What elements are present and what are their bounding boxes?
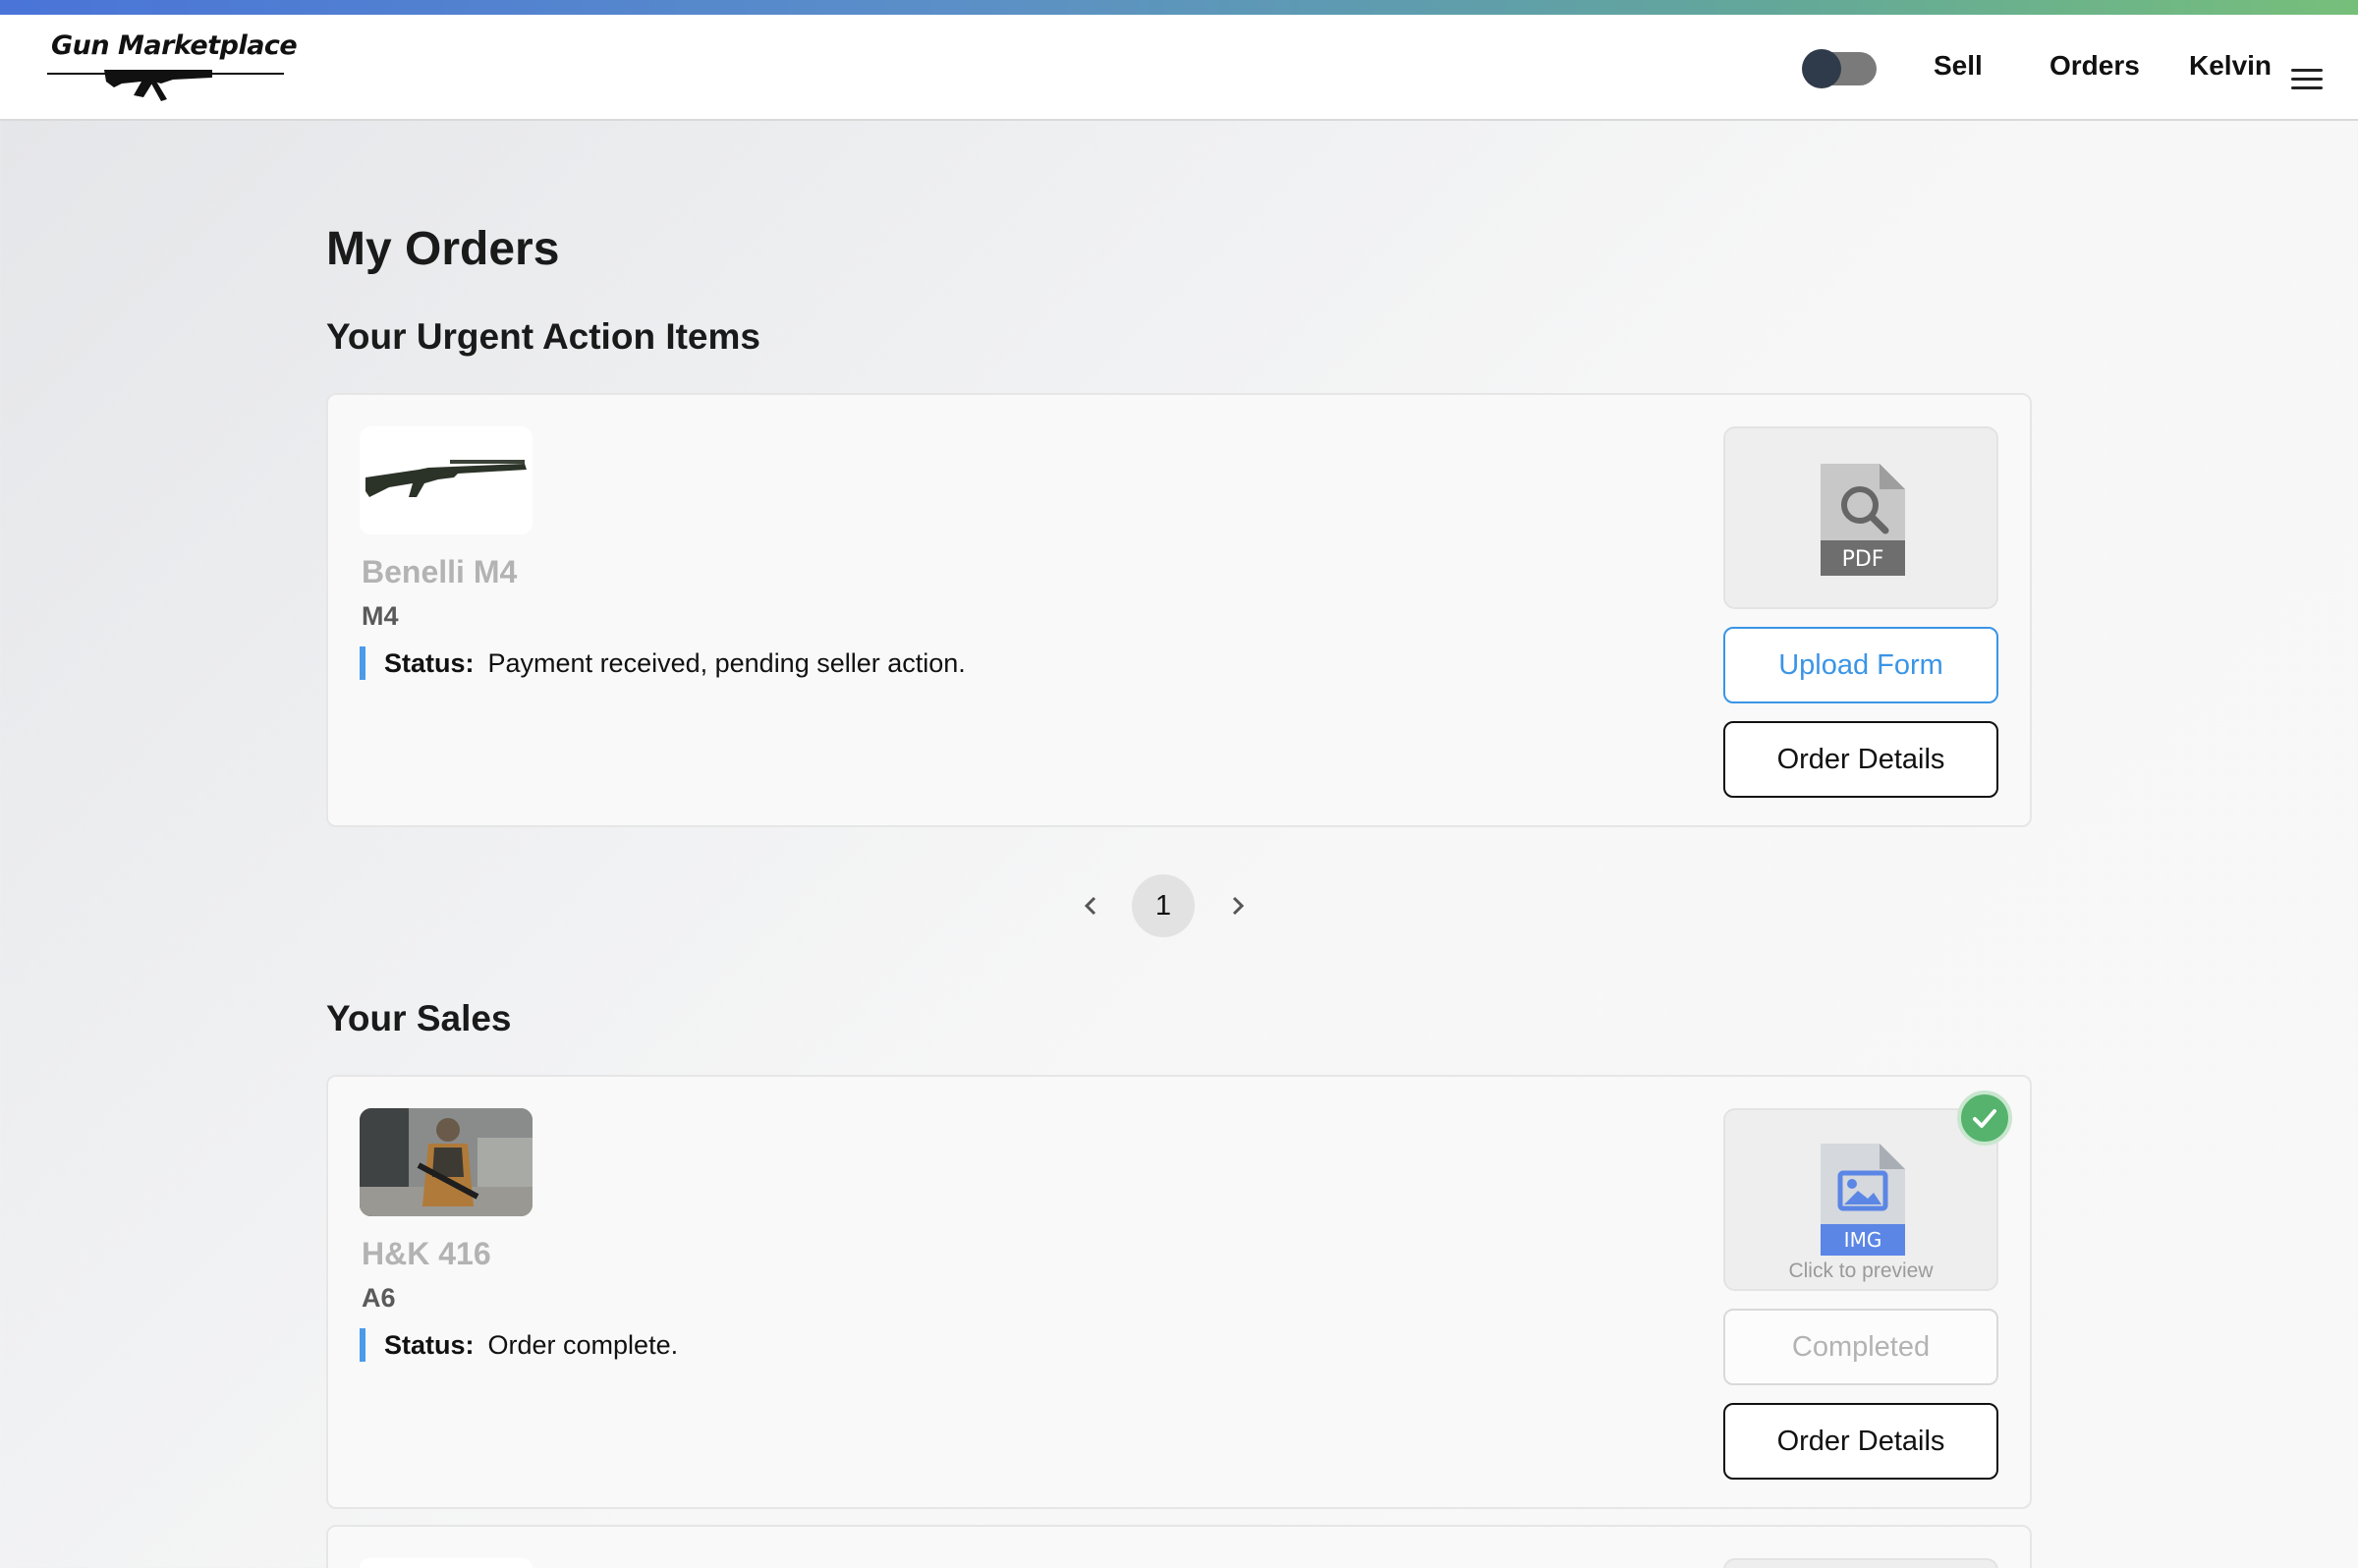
document-preview[interactable]: PDF	[1723, 426, 1998, 609]
product-name[interactable]: H&K 416	[362, 1236, 491, 1272]
user-menu-name[interactable]: Kelvin	[2189, 50, 2272, 82]
order-card: Benelli M4 M4 Status: Payment received, p…	[326, 393, 2032, 827]
toggle-knob	[1802, 49, 1841, 88]
order-details-button[interactable]: Order Details	[1723, 1403, 1998, 1480]
doc-type-label: PDF	[1842, 547, 1884, 572]
shotgun-image	[360, 426, 533, 534]
document-preview[interactable]	[1723, 1558, 1998, 1568]
doc-type-label: IMG	[1844, 1228, 1882, 1252]
upload-form-button[interactable]: Upload Form	[1723, 627, 1998, 703]
urgent-section-title: Your Urgent Action Items	[326, 316, 760, 357]
order-card-partial	[326, 1525, 2032, 1568]
image-file-icon: IMG	[1821, 1144, 1905, 1256]
product-thumbnail[interactable]	[360, 426, 533, 534]
chevron-left-icon[interactable]	[1079, 892, 1102, 920]
site-header: Gun Marketplace Sell Orders Kelvin	[0, 15, 2358, 121]
status-label: Status:	[384, 1330, 475, 1360]
logo-text: Gun Marketplace	[51, 30, 298, 61]
document-preview[interactable]: IMG Click to preview	[1723, 1108, 1998, 1291]
pdf-search-icon: PDF	[1821, 464, 1905, 576]
completed-button: Completed	[1723, 1309, 1998, 1385]
chevron-right-icon[interactable]	[1226, 892, 1250, 920]
nav-sell-link[interactable]: Sell	[1934, 50, 1983, 82]
status-line: Status: Order complete.	[360, 1328, 678, 1362]
product-model: M4	[362, 601, 399, 631]
order-card: H&K 416 A6 Status: Order complete. IMG Cl…	[326, 1075, 2032, 1509]
top-accent-bar	[0, 0, 2358, 15]
status-label: Status:	[384, 648, 475, 678]
soldier-photo-image	[360, 1108, 533, 1216]
page-title: My Orders	[326, 223, 560, 275]
order-details-button[interactable]: Order Details	[1723, 721, 1998, 798]
product-name[interactable]: Benelli M4	[362, 554, 517, 590]
status-line: Status: Payment received, pending seller …	[360, 646, 966, 680]
status-text: Order complete.	[487, 1330, 679, 1360]
hamburger-menu-icon[interactable]	[2291, 69, 2323, 90]
theme-toggle[interactable]	[1802, 49, 1877, 88]
sales-section-title: Your Sales	[326, 998, 512, 1038]
page-number-button[interactable]: 1	[1132, 874, 1195, 937]
nav-orders-link[interactable]: Orders	[2049, 50, 2140, 82]
rifle-logo-icon	[47, 70, 284, 101]
product-thumbnail[interactable]	[360, 1108, 533, 1216]
product-thumbnail[interactable]	[360, 1558, 533, 1568]
site-logo[interactable]: Gun Marketplace	[45, 30, 298, 114]
preview-hint: Click to preview	[1788, 1260, 1934, 1282]
product-model: A6	[362, 1283, 396, 1313]
status-text: Payment received, pending seller action.	[487, 648, 966, 678]
completed-check-icon	[1957, 1091, 2012, 1146]
